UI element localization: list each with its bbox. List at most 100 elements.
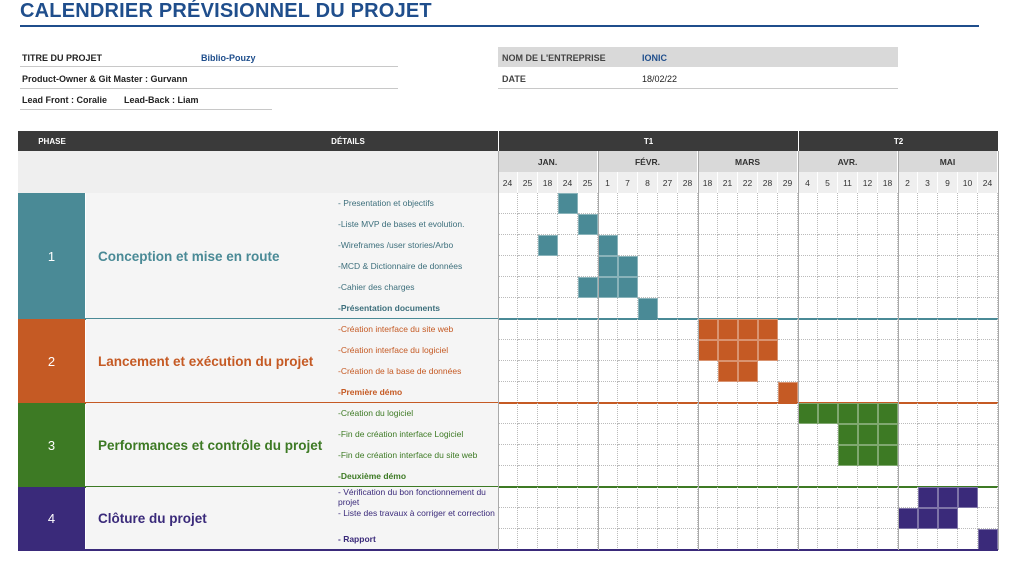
gantt-bar-cell bbox=[718, 319, 738, 340]
gantt-cell bbox=[778, 508, 798, 529]
gantt-bar-cell bbox=[878, 445, 898, 466]
gantt-cell bbox=[798, 235, 818, 256]
gantt-cell bbox=[918, 277, 938, 298]
gantt-cell bbox=[578, 340, 598, 361]
gantt-cell bbox=[818, 340, 838, 361]
day-header: 27 bbox=[658, 172, 678, 193]
gantt-cell bbox=[558, 382, 578, 403]
gantt-cell bbox=[718, 508, 738, 529]
gantt-cell bbox=[918, 445, 938, 466]
day-header: 28 bbox=[678, 172, 698, 193]
gantt-cell bbox=[778, 256, 798, 277]
owner-line: Product-Owner & Git Master : Gurvann bbox=[22, 74, 188, 84]
month-separator bbox=[898, 151, 899, 550]
gantt-cell bbox=[798, 487, 818, 508]
phase-number: 4 bbox=[18, 487, 85, 550]
gantt-cell bbox=[878, 529, 898, 550]
day-header: 3 bbox=[918, 172, 938, 193]
date-value: 18/02/22 bbox=[642, 74, 678, 84]
phase-title: Conception et mise en route bbox=[86, 193, 336, 319]
company-label: NOM DE L'ENTREPRISE bbox=[502, 53, 606, 63]
gantt-cell bbox=[578, 298, 598, 319]
gantt-cell bbox=[518, 277, 538, 298]
gantt-bar-cell bbox=[718, 361, 738, 382]
gantt-cell bbox=[838, 214, 858, 235]
phase-header: PHASE bbox=[18, 131, 86, 151]
gantt-cell bbox=[898, 382, 918, 403]
gantt-cell bbox=[658, 214, 678, 235]
gantt-cell bbox=[618, 508, 638, 529]
gantt-cell bbox=[658, 487, 678, 508]
gantt-bar-cell bbox=[758, 340, 778, 361]
gantt-cell bbox=[958, 466, 978, 487]
gantt-cell bbox=[518, 235, 538, 256]
gantt-cell bbox=[678, 277, 698, 298]
gantt-cell bbox=[978, 193, 998, 214]
gantt-cell bbox=[698, 529, 718, 550]
task-label: -Wireframes /user stories/Arbo bbox=[338, 240, 454, 250]
gantt-cell bbox=[698, 277, 718, 298]
gantt-cell bbox=[758, 382, 778, 403]
gantt-cell bbox=[598, 214, 618, 235]
gantt-cell bbox=[538, 382, 558, 403]
gantt-bar-cell bbox=[698, 319, 718, 340]
month-header: MARS bbox=[698, 151, 798, 172]
page-title: CALENDRIER PRÉVISIONNEL DU PROJET bbox=[20, 0, 432, 22]
gantt-cell bbox=[558, 214, 578, 235]
gantt-cell bbox=[878, 487, 898, 508]
task-label: -Liste MVP de bases et evolution. bbox=[338, 219, 465, 229]
gantt-cell bbox=[718, 466, 738, 487]
divider bbox=[20, 109, 272, 110]
day-header: 2 bbox=[898, 172, 918, 193]
gantt-cell bbox=[938, 466, 958, 487]
gantt-cell bbox=[598, 319, 618, 340]
gantt-cell bbox=[558, 487, 578, 508]
gantt-cell bbox=[818, 445, 838, 466]
gantt-cell bbox=[898, 298, 918, 319]
gantt-cell bbox=[798, 466, 818, 487]
task-label: -Création du logiciel bbox=[338, 408, 414, 418]
gantt-cell bbox=[818, 256, 838, 277]
gantt-cell bbox=[978, 466, 998, 487]
gantt-cell bbox=[618, 487, 638, 508]
phase-number: 2 bbox=[18, 319, 85, 403]
gantt-bar-cell bbox=[798, 403, 818, 424]
month-separator bbox=[998, 151, 999, 550]
task-label: -Création de la base de données bbox=[338, 366, 462, 376]
gantt-cell bbox=[898, 319, 918, 340]
gantt-cell bbox=[738, 466, 758, 487]
gantt-cell bbox=[518, 445, 538, 466]
month-separator bbox=[498, 151, 499, 550]
gantt-cell bbox=[678, 403, 698, 424]
gantt-cell bbox=[818, 424, 838, 445]
task-label: -Cahier des charges bbox=[338, 282, 415, 292]
gantt-cell bbox=[958, 277, 978, 298]
gantt-cell bbox=[678, 235, 698, 256]
gantt-cell bbox=[898, 235, 918, 256]
day-header: 21 bbox=[718, 172, 738, 193]
gantt-cell bbox=[918, 382, 938, 403]
gantt-cell bbox=[538, 277, 558, 298]
gantt-cell bbox=[958, 319, 978, 340]
day-header: 5 bbox=[818, 172, 838, 193]
gantt-cell bbox=[498, 424, 518, 445]
gantt-cell bbox=[778, 487, 798, 508]
gantt-cell bbox=[558, 277, 578, 298]
gantt-cell bbox=[958, 361, 978, 382]
gantt-cell bbox=[558, 403, 578, 424]
month-header: JAN. bbox=[498, 151, 598, 172]
gantt-cell bbox=[518, 529, 538, 550]
gantt-cell bbox=[558, 340, 578, 361]
title-underline bbox=[20, 25, 979, 27]
gantt-cell bbox=[678, 214, 698, 235]
gantt-cell bbox=[798, 529, 818, 550]
gantt-cell bbox=[658, 193, 678, 214]
gantt-cell bbox=[538, 403, 558, 424]
gantt-cell bbox=[598, 445, 618, 466]
gantt-cell bbox=[918, 298, 938, 319]
gantt-cell bbox=[718, 424, 738, 445]
gantt-cell bbox=[758, 277, 778, 298]
gantt-bar-cell bbox=[898, 508, 918, 529]
gantt-cell bbox=[778, 529, 798, 550]
gantt-cell bbox=[678, 445, 698, 466]
